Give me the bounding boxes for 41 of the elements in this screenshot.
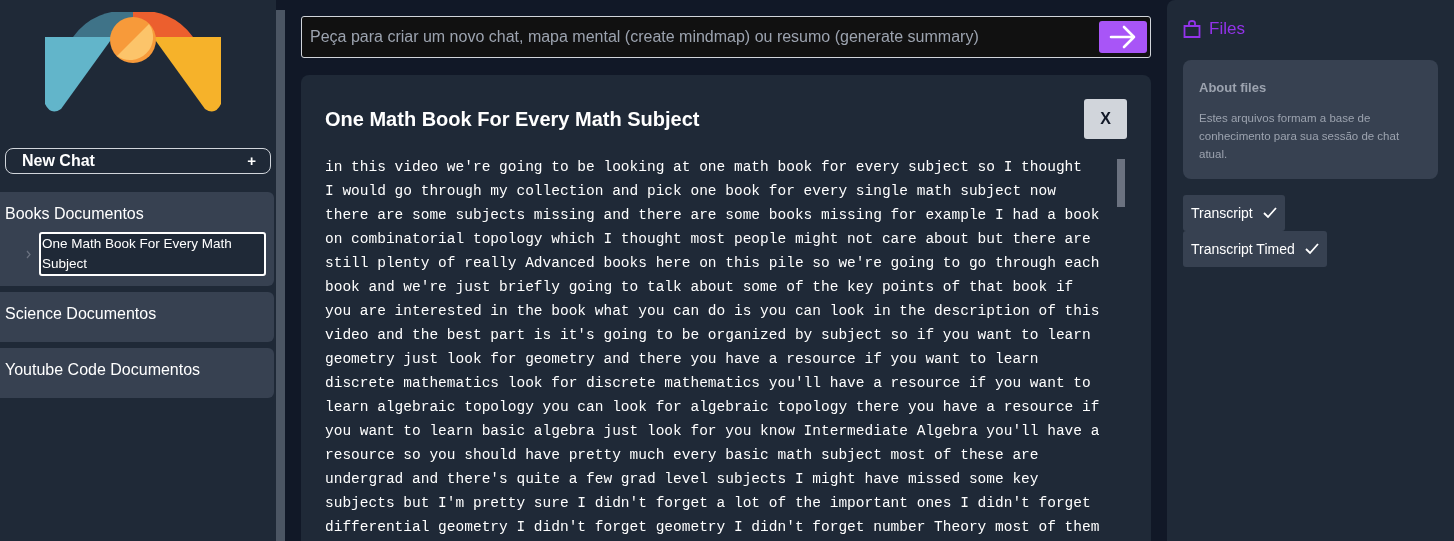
bag-icon xyxy=(1183,19,1201,38)
transcript-line: discrete mathematics look for discrete mathematics you'll have a resource if you want to xyxy=(325,374,1092,393)
prompt-field[interactable]: Peça para criar um novo chat, mapa mental (create mindmap) ou resumo (generate summary) xyxy=(301,16,1151,58)
file-label: Transcript Timed xyxy=(1191,239,1295,259)
folder-label: Science Documentos xyxy=(4,304,158,324)
file-chip[interactable]: Transcript xyxy=(1183,195,1285,231)
logo-icon xyxy=(43,12,223,112)
close-button[interactable]: X xyxy=(1084,99,1127,139)
transcript-line: video and the best part is it's going to be organized by subject so if you want to learn xyxy=(325,326,1092,345)
transcript-line: book and we're just briefly going to talk about some of the key points of that book if xyxy=(325,278,1075,297)
file-chip[interactable]: Transcript Timed xyxy=(1183,231,1327,267)
arrow-right-icon xyxy=(1109,25,1137,49)
folder-item[interactable]: Science Documentos xyxy=(0,292,274,342)
transcript-line: you want to learn basic algebra just look for you know Intermediate Algebra you'll have a xyxy=(325,422,1101,441)
chat-item[interactable]: One Math Book For Every Math Subject xyxy=(39,232,266,276)
document-title: One Math Book For Every Math Subject xyxy=(325,107,700,132)
transcript-line: subjects but I'm pretty sure I didn't forget a lot of the important ones I didn't forget xyxy=(325,494,1092,513)
new-chat-button[interactable]: New Chat + xyxy=(5,148,271,174)
transcript-line: learn algebraic topology you can look for algebraic topology there you have a resource if xyxy=(325,398,1101,417)
scrollbar[interactable] xyxy=(276,10,285,541)
transcript-line: geometry just look for geometry and there you have a resource if you want to learn xyxy=(325,350,1040,369)
transcript-line: differential geometry I didn't forget geometry I didn't forget number Theory most of them xyxy=(325,518,1101,537)
about-text: Estes arquivos formam a base de conhecimento para sua sessão de chat atual. xyxy=(1199,111,1401,162)
transcript-line: on combinatorial topology which I thought most people might not care about but there are xyxy=(325,230,1092,249)
transcript-line: you are interested in the book what you can do is you can look in the description of this xyxy=(325,302,1101,321)
folder-label: Books Documentos xyxy=(4,204,145,224)
chevron-icon xyxy=(26,249,31,259)
transcript-line: undergrad and there's quite a few grad level subjects I might have missed some key xyxy=(325,470,1040,489)
transcript-line: resource so you should have pretty much every basic math subject most of these are xyxy=(325,446,1040,465)
send-button[interactable] xyxy=(1099,21,1147,53)
transcript-line: still plenty of really Advanced books here on this pile so we're going to go through each xyxy=(325,254,1101,273)
scrollbar-thumb[interactable] xyxy=(1117,159,1125,207)
folder-item[interactable]: Books Documentos One Math Book For Every Math Subject xyxy=(0,192,274,286)
transcript-line: I would go through my collection and pick one book for every single math subject now xyxy=(325,182,1057,201)
folder-label: Youtube Code Documentos xyxy=(4,360,202,380)
folder-item[interactable]: Youtube Code Documentos xyxy=(0,348,274,398)
about-title: About files xyxy=(1199,78,1268,97)
transcript-line: in this video we're going to be looking at one math book for every subject so I thought xyxy=(325,158,1084,177)
files-heading: Files xyxy=(1209,18,1245,40)
transcript-line: there are some subjects missing and there are some books missing for example I had a book xyxy=(325,206,1101,225)
file-label: Transcript xyxy=(1191,203,1253,223)
